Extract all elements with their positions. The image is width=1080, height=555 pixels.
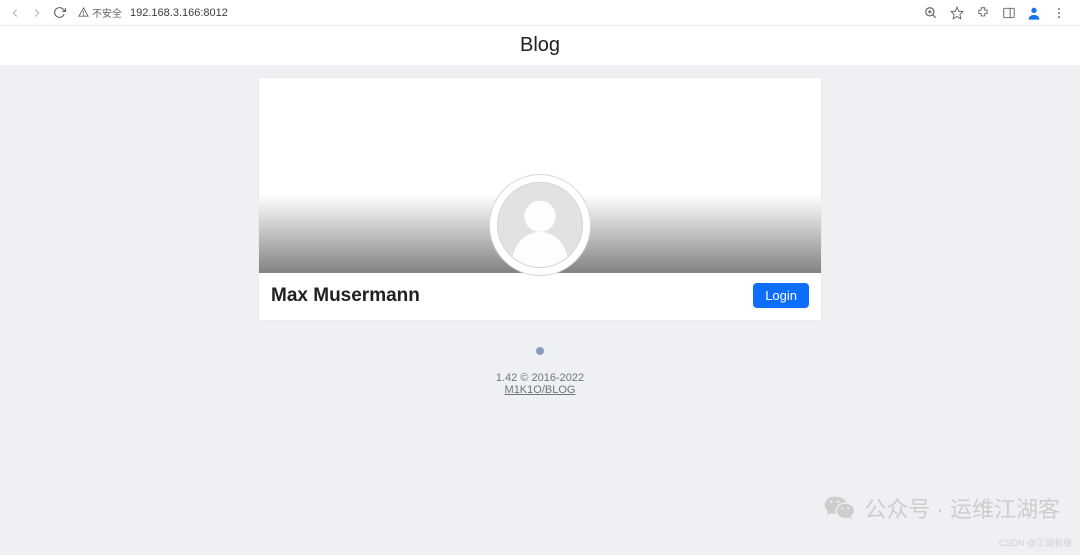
page-title: Blog (0, 26, 1080, 65)
extensions-icon[interactable] (974, 4, 992, 22)
reload-button[interactable] (50, 4, 68, 22)
menu-icon[interactable] (1050, 4, 1068, 22)
footer: 1.42 © 2016-2022 M1K1O/BLOG (0, 347, 1080, 396)
page-content: Blog Max Musermann Login 1.42 © (0, 26, 1080, 555)
profile-name-row: Max Musermann Login (259, 273, 821, 320)
profile-icon[interactable] (1026, 5, 1042, 21)
url-display[interactable]: 192.168.3.166:8012 (130, 7, 228, 19)
security-label: 不安全 (92, 5, 122, 20)
cover-area (259, 78, 821, 273)
bookmark-icon[interactable] (948, 4, 966, 22)
profile-name: Max Musermann (271, 285, 420, 307)
browser-toolbar: 不安全 192.168.3.166:8012 (0, 0, 1080, 26)
footer-version: 1.42 © 2016-2022 (0, 372, 1080, 384)
zoom-icon[interactable] (922, 4, 940, 22)
footer-link[interactable]: M1K1O/BLOG (505, 384, 576, 396)
login-button[interactable]: Login (753, 283, 809, 308)
avatar (497, 182, 583, 268)
profile-card: Max Musermann Login (258, 77, 822, 321)
back-button[interactable] (6, 4, 24, 22)
sidepanel-icon[interactable] (1000, 4, 1018, 22)
forward-button[interactable] (28, 4, 46, 22)
avatar-container (490, 175, 590, 275)
browser-right-controls (922, 4, 1074, 22)
loading-dot-icon (536, 347, 544, 355)
avatar-ring (490, 175, 590, 275)
security-indicator[interactable]: 不安全 (78, 5, 122, 20)
